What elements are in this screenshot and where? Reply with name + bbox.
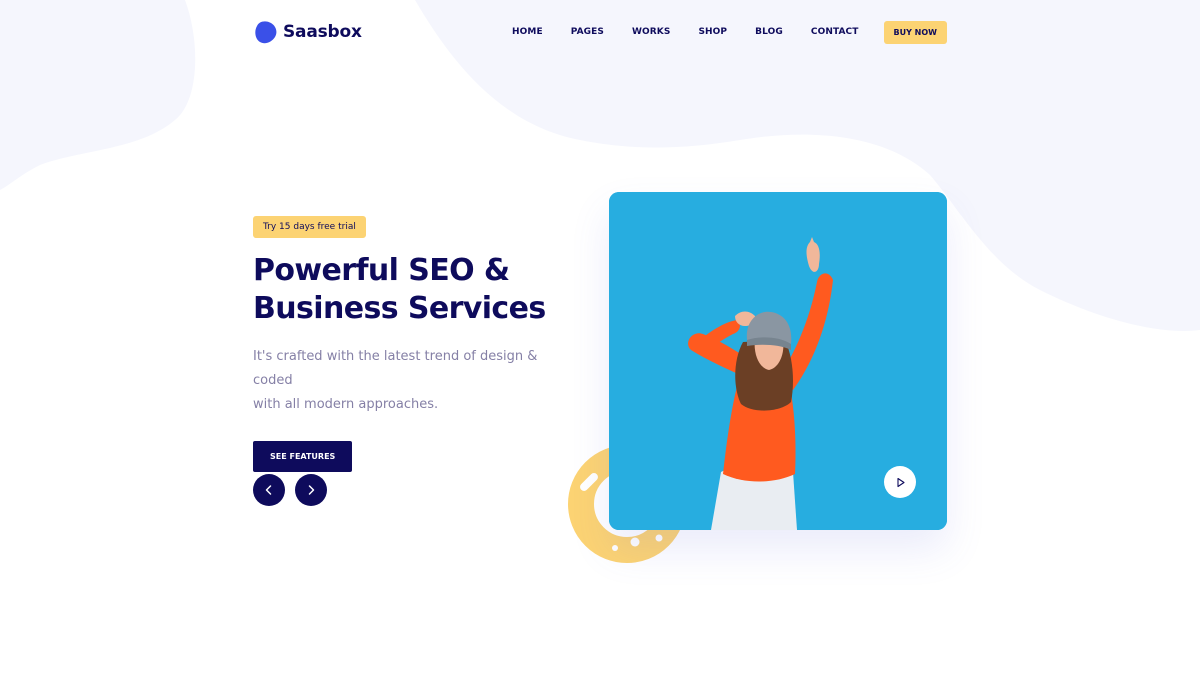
main-nav: HOME PAGES WORKS SHOP BLOG CONTACT BUY N… — [512, 20, 947, 44]
slider-prev-button[interactable] — [253, 474, 285, 506]
slider-next-button[interactable] — [295, 474, 327, 506]
hero-title-line-2: Business Services — [253, 291, 546, 326]
nav-item-contact[interactable]: CONTACT — [811, 27, 859, 37]
brand-logo-link[interactable]: Saasbox — [253, 20, 362, 44]
hero-description-line-2: with all modern approaches. — [253, 397, 439, 412]
trial-badge[interactable]: Try 15 days free trial — [253, 216, 366, 238]
nav-item-blog[interactable]: BLOG — [755, 27, 783, 37]
nav-item-home[interactable]: HOME — [512, 27, 543, 37]
play-icon — [896, 477, 905, 487]
nav-item-shop[interactable]: SHOP — [698, 27, 727, 37]
see-features-button[interactable]: SEE FEATURES — [253, 441, 353, 472]
hero-title: Powerful SEO & Business Services — [253, 252, 583, 328]
chevron-left-icon — [265, 485, 272, 495]
nav-item-works[interactable]: WORKS — [632, 27, 670, 37]
hero-media-card[interactable] — [609, 192, 947, 530]
hero-description-line-1: It's crafted with the latest trend of de… — [253, 349, 538, 388]
nav-item-pages[interactable]: PAGES — [571, 27, 604, 37]
blob-logo-icon — [255, 21, 277, 44]
slider-controls — [253, 474, 327, 506]
hero-description: It's crafted with the latest trend of de… — [253, 345, 573, 417]
hero-title-line-1: Powerful SEO & — [253, 253, 510, 288]
background-blob-shapes — [0, 0, 1200, 331]
hero-section: Try 15 days free trial Powerful SEO & Bu… — [253, 216, 583, 472]
chevron-right-icon — [308, 485, 315, 495]
brand-name: Saasbox — [283, 22, 362, 42]
site-header: Saasbox HOME PAGES WORKS SHOP BLOG CONTA… — [253, 18, 947, 46]
play-video-button[interactable] — [884, 466, 916, 498]
buy-now-button[interactable]: BUY NOW — [883, 20, 947, 44]
